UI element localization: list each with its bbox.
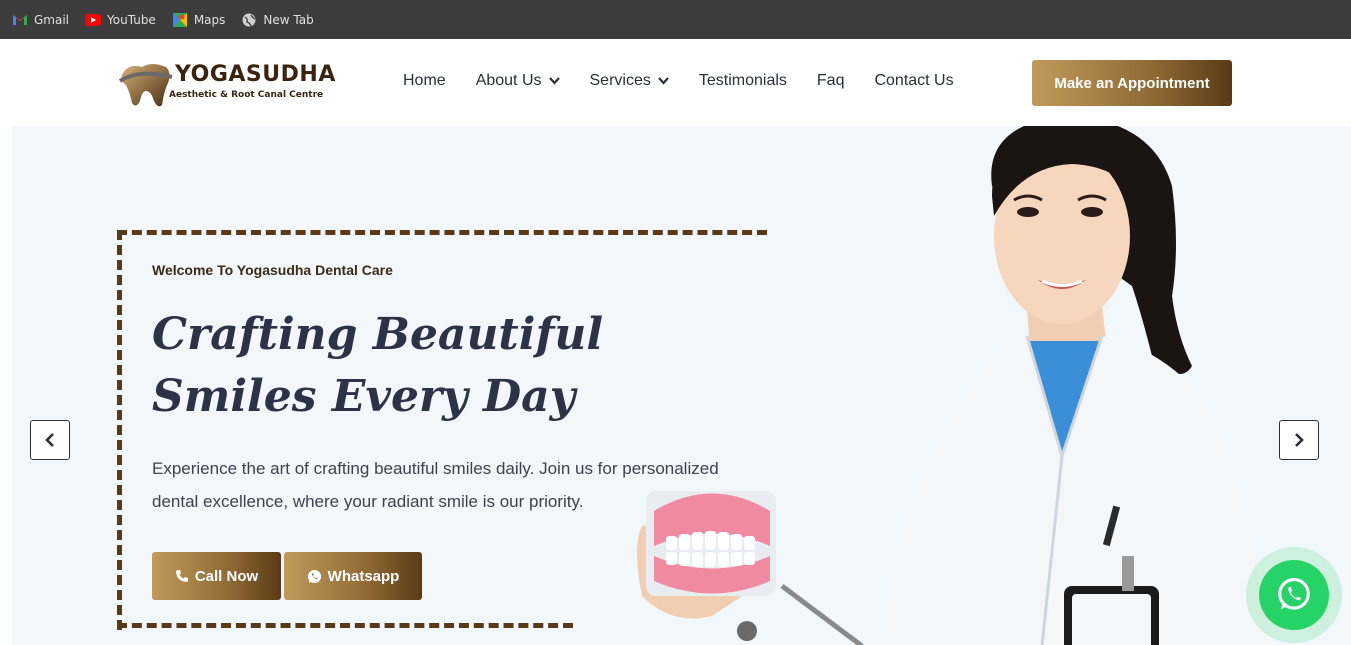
- nav-contact-us[interactable]: Contact Us: [874, 72, 953, 90]
- logo[interactable]: YOGASUDHA Aesthetic & Root Canal Centre: [118, 61, 336, 109]
- whatsapp-float-button[interactable]: [1246, 547, 1342, 643]
- bookmarks-bar: Gmail YouTube Maps New Tab: [0, 0, 1351, 39]
- chevron-down-icon: [548, 77, 560, 85]
- chevron-left-icon: [45, 433, 54, 447]
- bookmark-new-tab[interactable]: New Tab: [241, 12, 314, 28]
- hero-description: Experience the art of crafting beautiful…: [152, 459, 719, 511]
- bookmark-youtube[interactable]: YouTube: [85, 12, 156, 28]
- phone-icon: [175, 570, 188, 582]
- whatsapp-button[interactable]: Whatsapp: [284, 552, 422, 600]
- nav-home[interactable]: Home: [403, 72, 446, 90]
- whatsapp-label: Whatsapp: [327, 567, 400, 585]
- tooth-logo-icon: [118, 64, 173, 107]
- hero-slider: Welcome To Yogasudha Dental Care Craftin…: [12, 126, 1351, 645]
- bookmark-label: Maps: [193, 12, 226, 27]
- whatsapp-icon: [1278, 578, 1310, 610]
- bookmark-gmail[interactable]: Gmail: [12, 12, 69, 28]
- site-header: YOGASUDHA Aesthetic & Root Canal Centre …: [0, 39, 1351, 126]
- call-now-label: Call Now: [194, 567, 259, 585]
- logo-tagline: Aesthetic & Root Canal Centre: [169, 90, 324, 100]
- hero-decorative-frame-bottom: [117, 623, 573, 628]
- hero-headline: Crafting Beautiful Smiles Every Day: [152, 309, 604, 422]
- globe-icon: [241, 12, 257, 28]
- bookmark-label: New Tab: [263, 12, 314, 27]
- main-nav: Home About Us Services Testimonials Faq …: [403, 72, 984, 90]
- youtube-icon: [85, 12, 102, 28]
- call-now-button[interactable]: Call Now: [152, 552, 281, 600]
- whatsapp-icon: [307, 569, 321, 583]
- slider-next-button[interactable]: [1279, 420, 1319, 460]
- nav-testimonials[interactable]: Testimonials: [699, 72, 787, 90]
- nav-label: Faq: [816, 72, 845, 89]
- chevron-right-icon: [1295, 433, 1304, 447]
- nav-about-us[interactable]: About Us: [476, 72, 560, 90]
- gmail-icon: [12, 12, 28, 28]
- make-appointment-button[interactable]: Make an Appointment: [1032, 60, 1232, 106]
- bookmark-label: YouTube: [107, 12, 156, 27]
- slider-prev-button[interactable]: [30, 420, 70, 460]
- nav-label: About Us: [475, 72, 542, 89]
- bookmark-label: Gmail: [34, 12, 70, 27]
- maps-icon: [172, 12, 188, 28]
- nav-label: Home: [403, 72, 446, 89]
- nav-faq[interactable]: Faq: [817, 72, 845, 90]
- whatsapp-float-inner: [1259, 560, 1329, 630]
- nav-label: Services: [589, 72, 651, 89]
- logo-name: YOGASUDHA: [175, 62, 336, 87]
- nav-label: Testimonials: [698, 72, 787, 89]
- hero-welcome-text: Welcome To Yogasudha Dental Care: [152, 262, 393, 278]
- nav-label: Contact Us: [874, 72, 954, 89]
- chevron-down-icon: [658, 77, 669, 85]
- nav-services[interactable]: Services: [590, 72, 669, 90]
- bookmark-maps[interactable]: Maps: [172, 12, 226, 28]
